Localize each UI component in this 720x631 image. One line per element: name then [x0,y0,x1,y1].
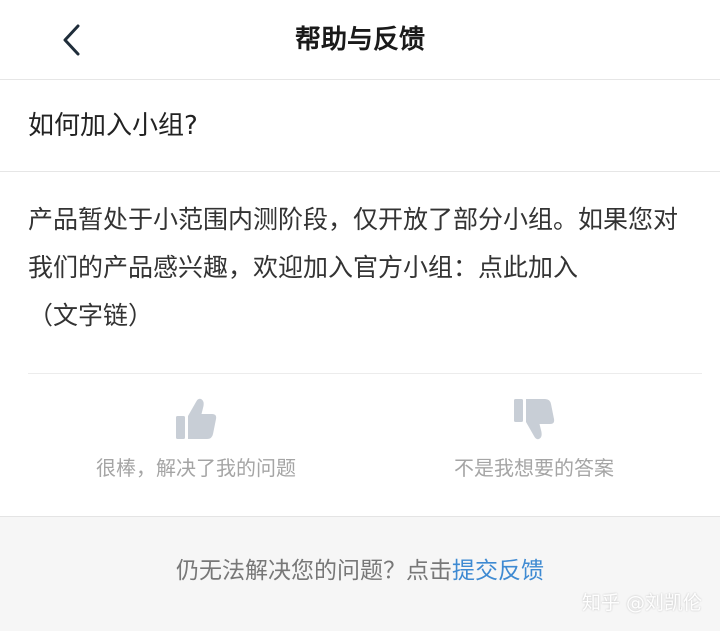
answer-text: 产品暂处于小范围内测阶段，仅开放了部分小组。如果您对我们的产品感兴趣，欢迎加入官… [28,196,694,340]
footer-prompt: 仍无法解决您的问题？点击 [176,558,452,584]
unhelpful-label: 不是我想要的答案 [454,456,614,480]
thumbs-up-icon [176,398,217,439]
page-title: 帮助与反馈 [294,25,425,55]
question-title: 如何加入小组? [0,80,720,172]
thumbs-down-icon [514,399,555,440]
join-group-link[interactable]: 点此加入 [478,253,578,282]
answer-suffix: （文字链） [28,301,154,330]
submit-feedback-link[interactable]: 提交反馈 [452,558,544,584]
navigation-bar: 帮助与反馈 [0,0,720,80]
divider [28,373,702,374]
help-feedback-page: 帮助与反馈 如何加入小组? 产品暂处于小范围内测阶段，仅开放了部分小组。如果您对… [0,0,720,631]
watermark: 知乎 @刘凯伦 [581,592,702,614]
helpful-label: 很棒，解决了我的问题 [96,456,296,480]
footer-text: 仍无法解决您的问题？点击提交反馈 [0,555,720,587]
unhelpful-button[interactable]: 不是我想要的答案 [384,396,684,482]
answer-body: 产品暂处于小范围内测阶段，仅开放了部分小组。如果您对我们的产品感兴趣，欢迎加入官… [28,205,679,282]
footer-bar: 仍无法解决您的问题？点击提交反馈 知乎 @刘凯伦 [0,516,720,631]
helpful-button[interactable]: 很棒，解决了我的问题 [46,396,346,482]
